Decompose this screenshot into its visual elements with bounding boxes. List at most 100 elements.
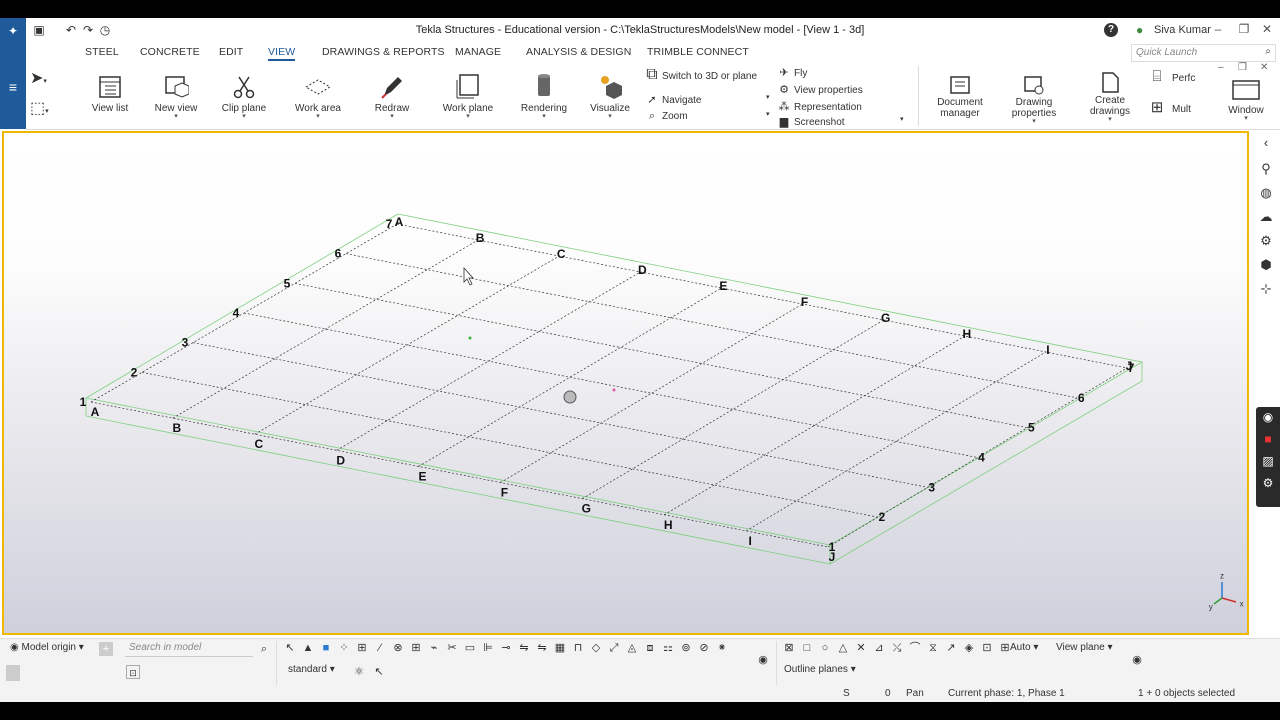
select-reference-icon[interactable]: ⧈: [643, 641, 657, 655]
navigate-button[interactable]: ➚ Navigate: [646, 93, 701, 106]
model-origin-dropdown[interactable]: ◉ Model origin ▾: [6, 641, 94, 657]
select-location-icon[interactable]: ⊘: [697, 641, 711, 655]
select-fittings-icon[interactable]: ▦: [553, 641, 567, 655]
select-points-icon[interactable]: ⁘: [337, 641, 351, 655]
snap-reference-lines-icon[interactable]: ⊠: [782, 641, 796, 655]
add-icon[interactable]: +: [99, 642, 113, 656]
snap-nearest-icon[interactable]: ⧖: [926, 641, 940, 655]
side-menu-button[interactable]: ≡: [0, 44, 26, 129]
settings-gear-icon[interactable]: ⚙: [1258, 233, 1274, 249]
select-seams-icon[interactable]: ◇: [589, 641, 603, 655]
screenshot-button[interactable]: ▆ Screenshot: [778, 115, 845, 128]
close-icon[interactable]: ✕: [1259, 22, 1275, 36]
navigate-dropdown[interactable]: ▾: [766, 93, 770, 101]
new-view-button[interactable]: New view ▾: [154, 74, 198, 120]
pointer-select-icon[interactable]: ↖: [372, 665, 386, 679]
outline-planes-dropdown[interactable]: Outline planes ▾: [780, 663, 864, 679]
tab-edit[interactable]: EDIT: [219, 46, 243, 58]
tab-manage[interactable]: MANAGE: [455, 46, 501, 58]
representation-button[interactable]: ⁂ Representation: [778, 100, 862, 113]
select-reinforcement-icon[interactable]: ⊫: [481, 641, 495, 655]
document-manager-button[interactable]: Document manager: [930, 74, 990, 119]
select-parts-icon[interactable]: ▲: [301, 641, 315, 655]
select-welds-icon[interactable]: ⊞: [409, 641, 423, 655]
select-surfaces-icon[interactable]: ■: [319, 641, 333, 655]
visualize-button[interactable]: Visualize ▾: [590, 72, 630, 120]
restore-icon[interactable]: ❐: [1236, 22, 1252, 36]
grid-line-4[interactable]: [243, 312, 978, 458]
grid-line-1[interactable]: [90, 401, 829, 548]
snap-override-icon[interactable]: ⊡: [980, 641, 994, 655]
search-icon[interactable]: ⌕: [1265, 46, 1271, 57]
grid-line-3[interactable]: [192, 342, 928, 488]
redraw-button[interactable]: Redraw ▾: [370, 72, 414, 120]
snap-tool-icon[interactable]: ⬚▾: [30, 98, 49, 118]
tab-drawings-reports[interactable]: DRAWINGS & REPORTS: [322, 46, 445, 58]
rendering-button[interactable]: Rendering ▾: [520, 72, 568, 120]
grid-line-g[interactable]: [582, 319, 884, 499]
panel-toggle-icon[interactable]: [6, 665, 20, 681]
view-properties-button[interactable]: ⚙ View properties: [778, 83, 863, 96]
drawing-properties-button[interactable]: Drawing properties ▾: [1004, 74, 1064, 125]
snap-intersection-icon[interactable]: ✕: [854, 641, 868, 655]
work-area-button[interactable]: Work area ▾: [294, 74, 342, 120]
select-all-icon[interactable]: ↖: [283, 641, 297, 655]
tab-view[interactable]: VIEW: [268, 46, 296, 61]
ribbon-minimize-icon[interactable]: –: [1218, 62, 1224, 73]
components-icon[interactable]: ⊹: [1258, 281, 1274, 297]
work-plane-button[interactable]: Work plane ▾: [442, 72, 494, 120]
window-button[interactable]: Window ▾: [1222, 78, 1270, 122]
zoom-selected-icon[interactable]: ⊡: [126, 665, 140, 679]
search-icon[interactable]: ⌕: [257, 642, 271, 656]
screenshot-dropdown[interactable]: ▾: [900, 115, 904, 123]
snap-geometry-lines-icon[interactable]: □: [800, 641, 814, 655]
ribbon-restore-icon[interactable]: ❐: [1238, 62, 1247, 73]
switch-3d-button[interactable]: ⧉ Switch to 3D or plane: [646, 66, 757, 84]
collapse-chevron-icon[interactable]: ‹: [1258, 135, 1274, 151]
globe-icon[interactable]: ◍: [1258, 185, 1274, 201]
redo-icon[interactable]: ↷: [81, 23, 95, 37]
undo-icon[interactable]: ↶: [64, 23, 78, 37]
auto-dropdown[interactable]: Auto ▾: [1006, 641, 1046, 657]
tab-analysis-design[interactable]: ANALYSIS & DESIGN: [526, 46, 631, 58]
work-area-edge[interactable]: [397, 213, 1143, 363]
visibility-eye-icon[interactable]: ◉: [756, 653, 770, 667]
grid-line-6[interactable]: [345, 253, 1078, 399]
filter-icon[interactable]: ⚛: [352, 665, 366, 679]
mult-button[interactable]: ⊞ Mult: [1146, 98, 1191, 116]
create-drawings-button[interactable]: Create drawings ▾: [1082, 70, 1138, 123]
work-area-edge[interactable]: [85, 397, 831, 546]
select-connections-icon[interactable]: ⤢: [607, 641, 621, 655]
grid-line-f[interactable]: [500, 303, 803, 483]
select-components-icon[interactable]: ⊗: [391, 641, 405, 655]
grid-drawing[interactable]: AABBCCDDEEFFGGHHIIJJ11223344556677zxy: [4, 133, 1247, 633]
snap-midpoint-icon[interactable]: △: [836, 641, 850, 655]
tab-concrete[interactable]: CONCRETE: [140, 46, 200, 58]
zoom-button[interactable]: ⌕ Zoom: [646, 110, 688, 123]
tekla-logo-icon[interactable]: ✦: [0, 18, 26, 44]
select-custom-icon[interactable]: ⁕: [715, 641, 729, 655]
cloud-icon[interactable]: ☁: [1258, 209, 1274, 225]
select-pour-icon[interactable]: ⇋: [517, 641, 531, 655]
minimize-icon[interactable]: –: [1210, 22, 1226, 36]
clip-plane-button[interactable]: Clip plane ▾: [220, 74, 268, 120]
tab-steel[interactable]: STEEL: [85, 46, 119, 58]
snap-line-icon[interactable]: ↗: [944, 641, 958, 655]
grid-line-5[interactable]: [294, 282, 1028, 429]
grid-line-7[interactable]: [396, 223, 1128, 369]
status-phase[interactable]: Current phase: 1, Phase 1: [948, 688, 1065, 699]
work-area-edge[interactable]: [85, 415, 831, 565]
select-assemblies-icon[interactable]: ⊸: [499, 641, 513, 655]
snap-extension-icon[interactable]: ⤯: [890, 641, 904, 655]
select-grids-icon[interactable]: ⊞: [355, 641, 369, 655]
view-list-button[interactable]: View list: [88, 74, 132, 114]
snap-center-icon[interactable]: ○: [818, 641, 832, 655]
perf-button[interactable]: ⌸ Perfc: [1146, 68, 1195, 85]
select-lines-icon[interactable]: ⁄: [373, 641, 387, 655]
select-views-icon[interactable]: ✂: [445, 641, 459, 655]
work-area-edge[interactable]: [829, 380, 1143, 565]
ribbon-close-icon[interactable]: ✕: [1260, 62, 1268, 73]
select-details-icon[interactable]: ⊓: [571, 641, 585, 655]
standard-dropdown[interactable]: standard ▾: [284, 663, 348, 679]
properties-icon[interactable]: ⚲: [1258, 161, 1274, 177]
